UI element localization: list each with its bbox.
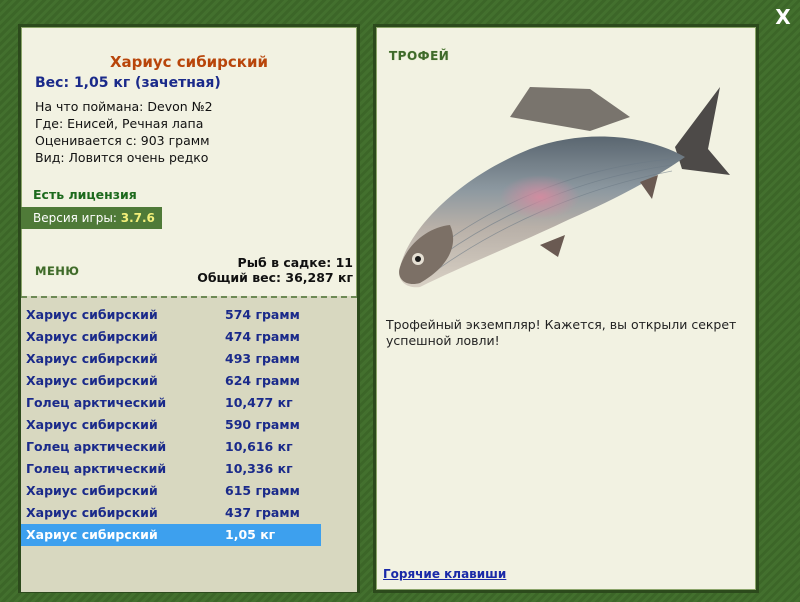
catch-fish-weight: 10,477 кг	[225, 395, 293, 410]
valued-from-text: Оценивается с: 903 грамм	[35, 133, 210, 148]
catch-fish-name: Хариус сибирский	[26, 527, 158, 542]
catch-fish-weight: 1,05 кг	[225, 527, 276, 542]
catch-list-row[interactable]: Хариус сибирский 590 грамм	[21, 414, 321, 436]
version-value: 3.7.6	[120, 211, 155, 225]
location-text: Где: Енисей, Речная лапа	[35, 116, 204, 131]
catch-fish-weight: 474 грамм	[225, 329, 300, 344]
license-status: Есть лицензия	[33, 187, 137, 202]
catch-fish-name: Голец арктический	[26, 461, 167, 476]
catch-fish-weight: 493 грамм	[225, 351, 300, 366]
cage-count: Рыб в садке: 11	[237, 255, 353, 270]
catch-list-row[interactable]: Хариус сибирский 493 грамм	[21, 348, 321, 370]
grayling-fish-image	[399, 87, 730, 288]
catch-list-row[interactable]: Хариус сибирский 1,05 кг	[21, 524, 321, 546]
catch-fish-weight: 10,336 кг	[225, 461, 293, 476]
catch-list: Хариус сибирский 574 грамм Хариус сибирски…	[21, 296, 357, 592]
catch-fish-weight: 624 грамм	[225, 373, 300, 388]
catch-fish-weight: 10,616 кг	[225, 439, 293, 454]
catch-fish-weight: 590 грамм	[225, 417, 300, 432]
catch-list-row[interactable]: Хариус сибирский 474 грамм	[21, 326, 321, 348]
catch-fish-name: Хариус сибирский	[26, 483, 158, 498]
cage-summary: Рыб в садке: 11 Общий вес: 36,287 кг	[197, 255, 353, 285]
catch-fish-weight: 437 грамм	[225, 505, 300, 520]
cage-total-weight: Общий вес: 36,287 кг	[197, 270, 353, 285]
catch-fish-name: Хариус сибирский	[26, 505, 158, 520]
catch-list-row[interactable]: Хариус сибирский 624 грамм	[21, 370, 321, 392]
menu-button[interactable]: МЕНЮ	[35, 264, 79, 278]
fish-title: Хариус сибирский	[109, 53, 269, 71]
catch-fish-name: Хариус сибирский	[26, 373, 158, 388]
catch-list-row[interactable]: Голец арктический 10,616 кг	[21, 436, 321, 458]
catch-fish-name: Хариус сибирский	[26, 329, 158, 344]
catch-fish-weight: 574 грамм	[225, 307, 300, 322]
catch-list-row[interactable]: Хариус сибирский 437 грамм	[21, 502, 321, 524]
fish-weight: Вес: 1,05 кг (зачетная)	[35, 75, 221, 91]
caught-with-text: На что поймана: Devon №2	[35, 99, 213, 114]
version-label: Версия игры:	[33, 211, 121, 225]
catch-fish-name: Голец арктический	[26, 395, 167, 410]
catch-fish-name: Хариус сибирский	[26, 307, 158, 322]
catch-fish-name: Голец арктический	[26, 439, 167, 454]
trophy-panel: ТРОФЕЙ Трофейный экземпляр! Кажется, вы …	[373, 24, 759, 593]
fish-info-panel: Хариус сибирский Вес: 1,05 кг (зачетная)…	[18, 24, 360, 593]
rarity-text: Вид: Ловится очень редко	[35, 150, 209, 165]
catch-fish-name: Хариус сибирский	[26, 351, 158, 366]
catch-list-row[interactable]: Хариус сибирский 615 грамм	[21, 480, 321, 502]
catch-list-row[interactable]: Голец арктический 10,477 кг	[21, 392, 321, 414]
close-button[interactable]: X	[770, 4, 796, 30]
hotkeys-link[interactable]: Горячие клавиши	[383, 567, 506, 581]
catch-fish-weight: 615 грамм	[225, 483, 300, 498]
catch-list-row[interactable]: Голец арктический 10,336 кг	[21, 458, 321, 480]
catch-fish-name: Хариус сибирский	[26, 417, 158, 432]
trophy-description: Трофейный экземпляр! Кажется, вы открыли…	[386, 317, 737, 348]
game-version-bar: Версия игры: 3.7.6	[21, 207, 162, 229]
catch-list-row[interactable]: Хариус сибирский 574 грамм	[21, 304, 321, 326]
